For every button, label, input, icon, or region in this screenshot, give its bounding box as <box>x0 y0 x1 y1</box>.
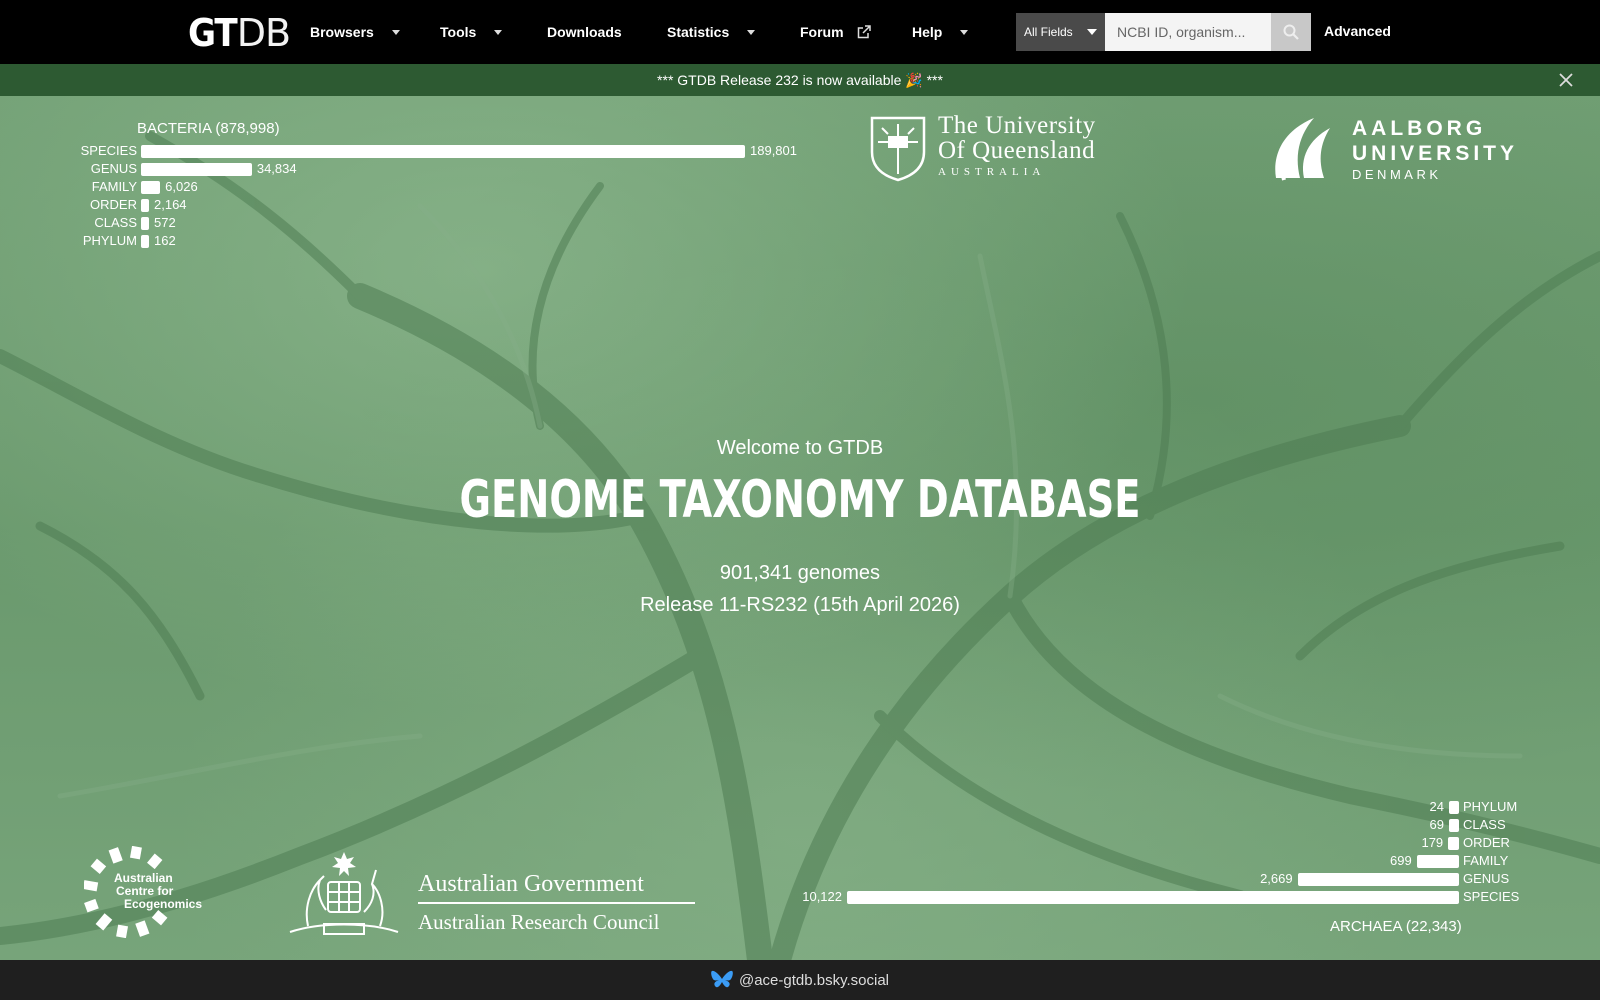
australian-government-logo[interactable]: Australian Government Australian Researc… <box>280 846 700 941</box>
chevron-down-icon <box>391 29 400 35</box>
search-field-select[interactable]: All Fields <box>1016 13 1105 51</box>
aau-line2: UNIVERSITY <box>1352 142 1519 165</box>
search-icon <box>1283 24 1299 40</box>
bacteria-bar-phylum <box>141 235 149 248</box>
ace-wordmark: Australian Centre for Ecogenomics <box>114 872 202 911</box>
archaea-bar-phylum <box>1449 801 1459 814</box>
bacteria-value-order: 2,164 <box>154 197 187 212</box>
coat-of-arms-icon <box>289 852 399 935</box>
archaea-value-phylum: 24 <box>1429 799 1444 814</box>
bacteria-value-species: 189,801 <box>750 143 797 158</box>
archaea-label-class: CLASS <box>1463 817 1506 832</box>
archaea-label-genus: GENUS <box>1463 871 1510 886</box>
page-title: GENOME TAXONOMY DATABASE <box>459 470 1141 530</box>
nav-tools[interactable]: Tools <box>440 22 503 42</box>
chevron-down-icon <box>494 29 503 35</box>
university-of-queensland-logo[interactable]: The University Of Queensland AUSTRALIA <box>870 112 1130 184</box>
archaea-bar-species <box>847 891 1459 904</box>
search-bar: All Fields <box>1016 13 1311 51</box>
archaea-bar-order <box>1448 837 1459 850</box>
footer: @ace-gtdb.bsky.social <box>0 960 1600 1000</box>
archaea-label-species: SPECIES <box>1463 889 1520 904</box>
nav-forum[interactable]: Forum <box>800 22 872 42</box>
uq-line1: The University <box>938 112 1096 139</box>
bacteria-bar-order <box>141 199 149 212</box>
hero-section: BACTERIA (878,998) SPECIES 189,801 GENUS 34… <box>0 96 1600 960</box>
chevron-down-icon <box>747 29 756 35</box>
ace-line3: Ecogenomics <box>124 897 203 911</box>
archaea-bar-family <box>1416 855 1459 868</box>
bacteria-value-phylum: 162 <box>154 233 176 248</box>
aau-wordmark: AALBORG UNIVERSITY DENMARK <box>1352 116 1518 184</box>
bacteria-bar-class <box>141 217 149 230</box>
nav-downloads[interactable]: Downloads <box>547 22 622 42</box>
bacteria-bar-family <box>141 181 161 194</box>
archaea-value-order: 179 <box>1421 835 1444 850</box>
search-button[interactable] <box>1271 13 1311 51</box>
aau-line1: AALBORG <box>1352 117 1487 140</box>
nav-statistics[interactable]: Statistics <box>667 22 756 42</box>
dropdown-caret-icon <box>1087 29 1097 35</box>
archaea-label-family: FAMILY <box>1463 853 1509 868</box>
archaea-chart-title: ARCHAEA (22,343) <box>1330 918 1462 935</box>
aau-wave-icon <box>1275 118 1330 181</box>
archaea-bar-genus <box>1297 873 1459 886</box>
nav-forum-label: Forum <box>800 24 844 40</box>
banner-text: *** GTDB Release 232 is now available 🎉 … <box>657 71 943 88</box>
release-banner: *** GTDB Release 232 is now available 🎉 … <box>0 64 1600 96</box>
bacteria-bar-species <box>141 145 745 158</box>
chevron-down-icon <box>960 29 969 35</box>
bluesky-butterfly-icon[interactable] <box>711 970 733 990</box>
advanced-search-link[interactable]: Advanced <box>1324 23 1391 39</box>
nav-statistics-label: Statistics <box>667 24 730 40</box>
bacteria-label-class: CLASS <box>94 215 137 230</box>
search-field-select-label: All Fields <box>1024 25 1073 39</box>
bacteria-value-class: 572 <box>154 215 176 230</box>
archaea-label-phylum: PHYLUM <box>1463 799 1518 814</box>
uq-line3: AUSTRALIA <box>938 166 1046 178</box>
genome-count: 901,341 genomes <box>719 562 881 584</box>
gov-line1: Australian Government <box>418 871 644 897</box>
bacteria-label-phylum: PHYLUM <box>82 233 137 248</box>
gov-line2: Australian Research Council <box>418 910 660 934</box>
bacteria-value-family: 6,026 <box>165 179 198 194</box>
gov-divider <box>418 902 695 904</box>
welcome-heading: Welcome to GTDB <box>716 437 884 459</box>
release-info: Release 11-RS232 (15th April 2026) <box>640 594 960 616</box>
logo-text-bold: GT <box>188 11 238 55</box>
nav-tools-label: Tools <box>440 24 477 40</box>
nav-help-label: Help <box>912 24 943 40</box>
bacteria-value-genus: 34,834 <box>256 161 297 176</box>
archaea-label-order: ORDER <box>1463 835 1510 850</box>
bacteria-chart-title: BACTERIA (878,998) <box>137 120 280 137</box>
bluesky-handle-link[interactable]: @ace-gtdb.bsky.social <box>739 972 889 989</box>
archaea-bar-class <box>1449 819 1459 832</box>
uq-crest-icon <box>870 116 926 182</box>
gov-wordmark: Australian Government Australian Researc… <box>418 870 695 934</box>
aau-line3: DENMARK <box>1352 167 1442 182</box>
ace-logo[interactable]: Australian Centre for Ecogenomics <box>84 846 224 938</box>
top-navbar: GT DB Browsers Tools Downloads Statistics… <box>0 0 1600 64</box>
close-icon[interactable] <box>1558 72 1574 88</box>
archaea-value-class: 69 <box>1429 817 1444 832</box>
nav-browsers[interactable]: Browsers <box>310 22 400 42</box>
bacteria-bar-genus <box>141 163 252 176</box>
nav-help[interactable]: Help <box>912 22 969 42</box>
uq-line2: Of Queensland <box>938 137 1096 164</box>
logo-text-thin: DB <box>236 11 291 55</box>
bacteria-label-family: FAMILY <box>91 179 137 194</box>
nav-downloads-label: Downloads <box>547 24 622 40</box>
archaea-value-family: 699 <box>1390 853 1412 868</box>
bacteria-label-species: SPECIES <box>80 143 137 158</box>
archaea-value-species: 10,122 <box>802 889 842 904</box>
bacteria-label-order: ORDER <box>90 197 137 212</box>
archaea-value-genus: 2,669 <box>1260 871 1293 886</box>
external-link-icon <box>857 25 871 39</box>
aalborg-university-logo[interactable]: AALBORG UNIVERSITY DENMARK <box>1270 114 1514 184</box>
bacteria-label-genus: GENUS <box>90 161 137 176</box>
gtdb-logo[interactable]: GT DB <box>188 11 291 55</box>
search-input[interactable] <box>1105 13 1271 51</box>
uq-wordmark: The University Of Queensland AUSTRALIA <box>938 112 1096 178</box>
nav-browsers-label: Browsers <box>310 24 374 40</box>
